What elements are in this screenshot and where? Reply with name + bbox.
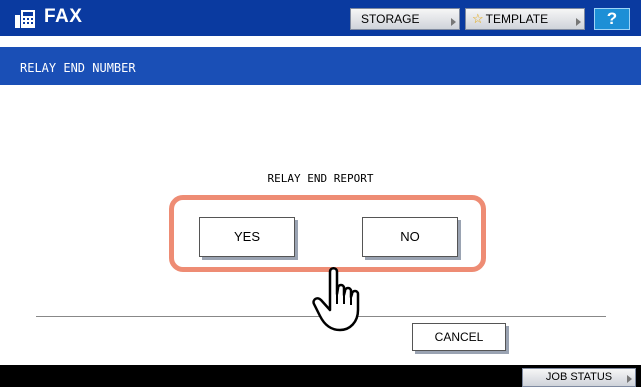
fax-screen: FAX STORAGE ☆ TEMPLATE ? RELAY END NUMBE…	[0, 0, 641, 387]
pointing-hand-icon	[312, 267, 360, 332]
app-title: FAX	[44, 6, 83, 27]
corner-arrow-icon	[451, 18, 456, 26]
storage-button[interactable]: STORAGE	[350, 8, 460, 30]
job-status-button[interactable]: JOB STATUS	[522, 368, 636, 387]
fax-machine-icon	[15, 10, 35, 28]
corner-arrow-icon	[627, 375, 632, 383]
title-bar: RELAY END NUMBER	[0, 47, 641, 85]
template-button[interactable]: ☆ TEMPLATE	[465, 8, 585, 30]
corner-arrow-icon	[576, 18, 581, 26]
no-button[interactable]: NO	[362, 217, 458, 257]
cancel-button[interactable]: CANCEL	[412, 323, 506, 351]
template-button-label: TEMPLATE	[485, 12, 549, 26]
screen-title: RELAY END NUMBER	[20, 61, 136, 75]
top-header-bar: FAX STORAGE ☆ TEMPLATE ?	[0, 0, 641, 36]
star-icon: ☆	[472, 11, 484, 26]
help-button[interactable]: ?	[594, 8, 630, 30]
yes-button[interactable]: YES	[199, 217, 295, 257]
relay-end-report-prompt: RELAY END REPORT	[267, 172, 374, 185]
job-status-label: JOB STATUS	[545, 371, 613, 383]
storage-button-label: STORAGE	[361, 12, 420, 26]
